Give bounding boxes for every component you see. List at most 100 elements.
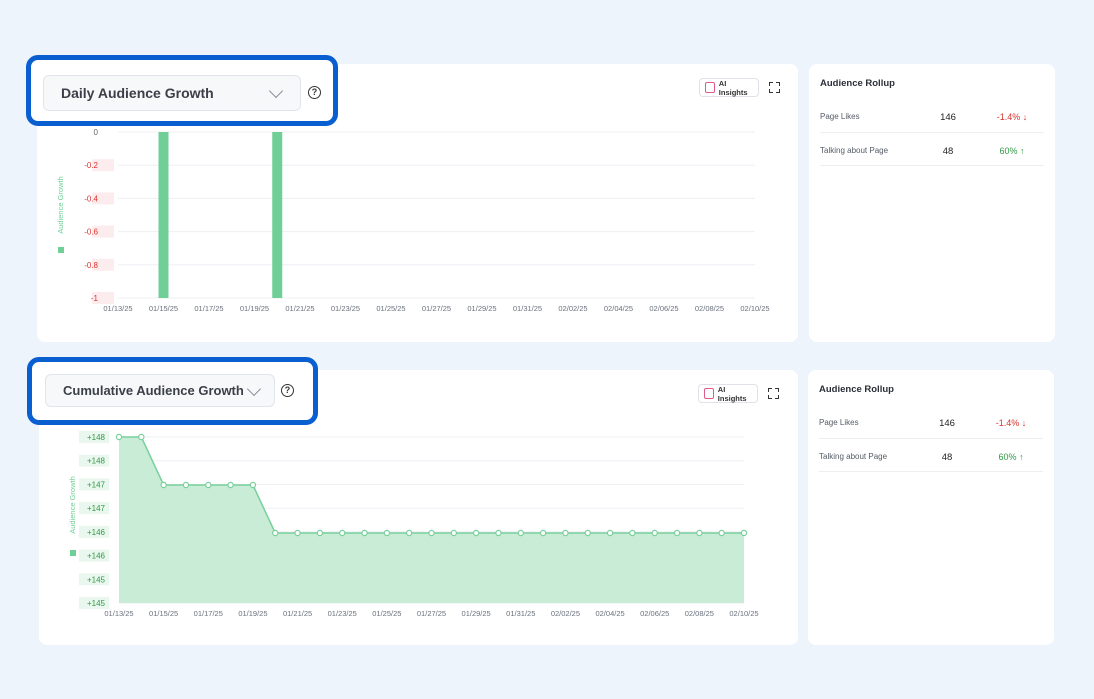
rollup-value-talking: 48 [942,146,954,157]
y-tick-label: +147 [87,480,106,489]
x-tick-label: 01/29/25 [462,609,491,618]
dropdown-label: Cumulative Audience Growth [63,383,244,398]
x-tick-label: 01/17/25 [194,609,223,618]
data-point [539,529,547,537]
divider [819,438,1043,439]
divider [819,471,1043,472]
data-point [517,529,524,537]
chevron-down-icon [246,381,262,397]
area-fill [119,437,744,603]
y-tick-label: -1 [91,294,99,303]
expand-icon[interactable] [769,82,780,93]
cumulative-growth-chart: +148+148+147+147+146+146+145+14501/13/25… [68,431,759,618]
rollup-value-page-likes: 146 [940,112,956,123]
x-tick-label: 01/29/25 [467,304,496,313]
rollup-value-talking: 48 [941,452,953,463]
sparkle-icon [705,82,715,93]
data-point [227,481,234,489]
data-point [584,529,591,537]
x-tick-label: 02/02/25 [558,304,587,313]
chevron-down-icon [268,83,284,99]
data-point [718,529,725,537]
data-point [182,481,190,489]
x-tick-label: 02/06/25 [649,304,678,313]
y-tick-label: +148 [87,433,106,442]
rollup-label-page-likes: Page Likes [819,418,859,427]
y-axis-label: Audience Growth [56,176,65,234]
x-tick-label: 01/23/25 [331,304,360,313]
x-tick-label: 02/02/25 [551,609,580,618]
data-point [160,481,167,489]
rollup-value-page-likes: 146 [939,418,955,429]
x-tick-label: 02/06/25 [640,609,669,618]
arrow-up-icon: ↑ [1020,146,1025,156]
expand-icon[interactable] [768,388,779,399]
y-tick-label: +148 [87,457,106,466]
metric-dropdown-daily[interactable]: Daily Audience Growth [43,75,301,111]
help-icon[interactable]: ? [281,384,294,397]
x-tick-label: 01/13/25 [103,304,132,313]
data-point [562,529,569,537]
y-tick-label: 0 [94,128,99,137]
x-tick-label: 01/21/25 [283,609,312,618]
rollup-label-talking: Talking about Page [820,146,889,155]
data-point [696,529,703,537]
data-point [606,529,614,537]
x-tick-label: 02/10/25 [740,304,769,313]
legend-swatch [70,550,76,556]
x-tick-label: 02/04/25 [604,304,633,313]
rollup-title: Audience Rollup [819,384,894,395]
y-tick-label: -0.6 [84,228,98,237]
rollup-change-talking: 60% ↑ [998,452,1024,462]
data-point [138,433,145,441]
x-tick-label: 01/31/25 [506,609,535,618]
rollup-card-bottom [808,370,1054,645]
ai-insights-button[interactable]: AI Insights [699,78,759,97]
data-point [361,529,368,537]
y-tick-label: +145 [87,599,106,608]
data-point [740,529,748,537]
x-tick-label: 01/23/25 [328,609,357,618]
data-point [428,529,435,537]
data-point [383,529,391,537]
x-tick-label: 01/13/25 [104,609,133,618]
bar [158,132,169,298]
x-tick-label: 02/08/25 [695,304,724,313]
ai-insights-label: AI Insights [717,384,747,403]
arrow-up-icon: ↑ [1019,452,1024,462]
sparkle-icon [704,388,714,399]
data-point [272,529,279,537]
data-point [472,529,480,537]
data-point [673,529,681,537]
legend-swatch [58,247,64,253]
divider [820,165,1044,166]
data-point [205,481,212,489]
y-tick-label: -0.2 [84,161,98,170]
rollup-change-talking: 60% ↑ [999,146,1025,156]
data-point [316,529,324,537]
arrow-down-icon: ↓ [1022,112,1028,122]
x-tick-label: 02/08/25 [685,609,714,618]
rollup-label-talking: Talking about Page [819,452,888,461]
help-icon[interactable]: ? [308,86,321,99]
y-tick-label: +147 [87,504,106,513]
metric-dropdown-cumulative[interactable]: Cumulative Audience Growth [45,374,275,407]
x-tick-label: 01/19/25 [238,609,267,618]
y-tick-label: +146 [87,552,106,561]
x-tick-label: 01/21/25 [285,304,314,313]
y-tick-label: -0.4 [84,194,98,203]
ai-insights-label: AI Insights [718,78,748,97]
x-tick-label: 01/15/25 [149,304,178,313]
rollup-change-page-likes: -1.4% ↓ [995,418,1027,428]
rollup-label-page-likes: Page Likes [820,112,860,121]
data-point [495,529,502,537]
x-tick-label: 01/31/25 [513,304,542,313]
ai-insights-button[interactable]: AI Insights [698,384,758,403]
y-axis-label: Audience Growth [68,476,77,534]
daily-growth-chart: 0 -0.2 -0.4 -0.6 -0.8 -1 01/13/25 01/15/25 01/17… [56,128,770,313]
data-point [249,481,257,489]
y-tick-label: -0.8 [84,261,98,270]
x-tick-label: 01/25/25 [376,304,405,313]
x-tick-label: 01/15/25 [149,609,178,618]
data-point [294,529,301,537]
